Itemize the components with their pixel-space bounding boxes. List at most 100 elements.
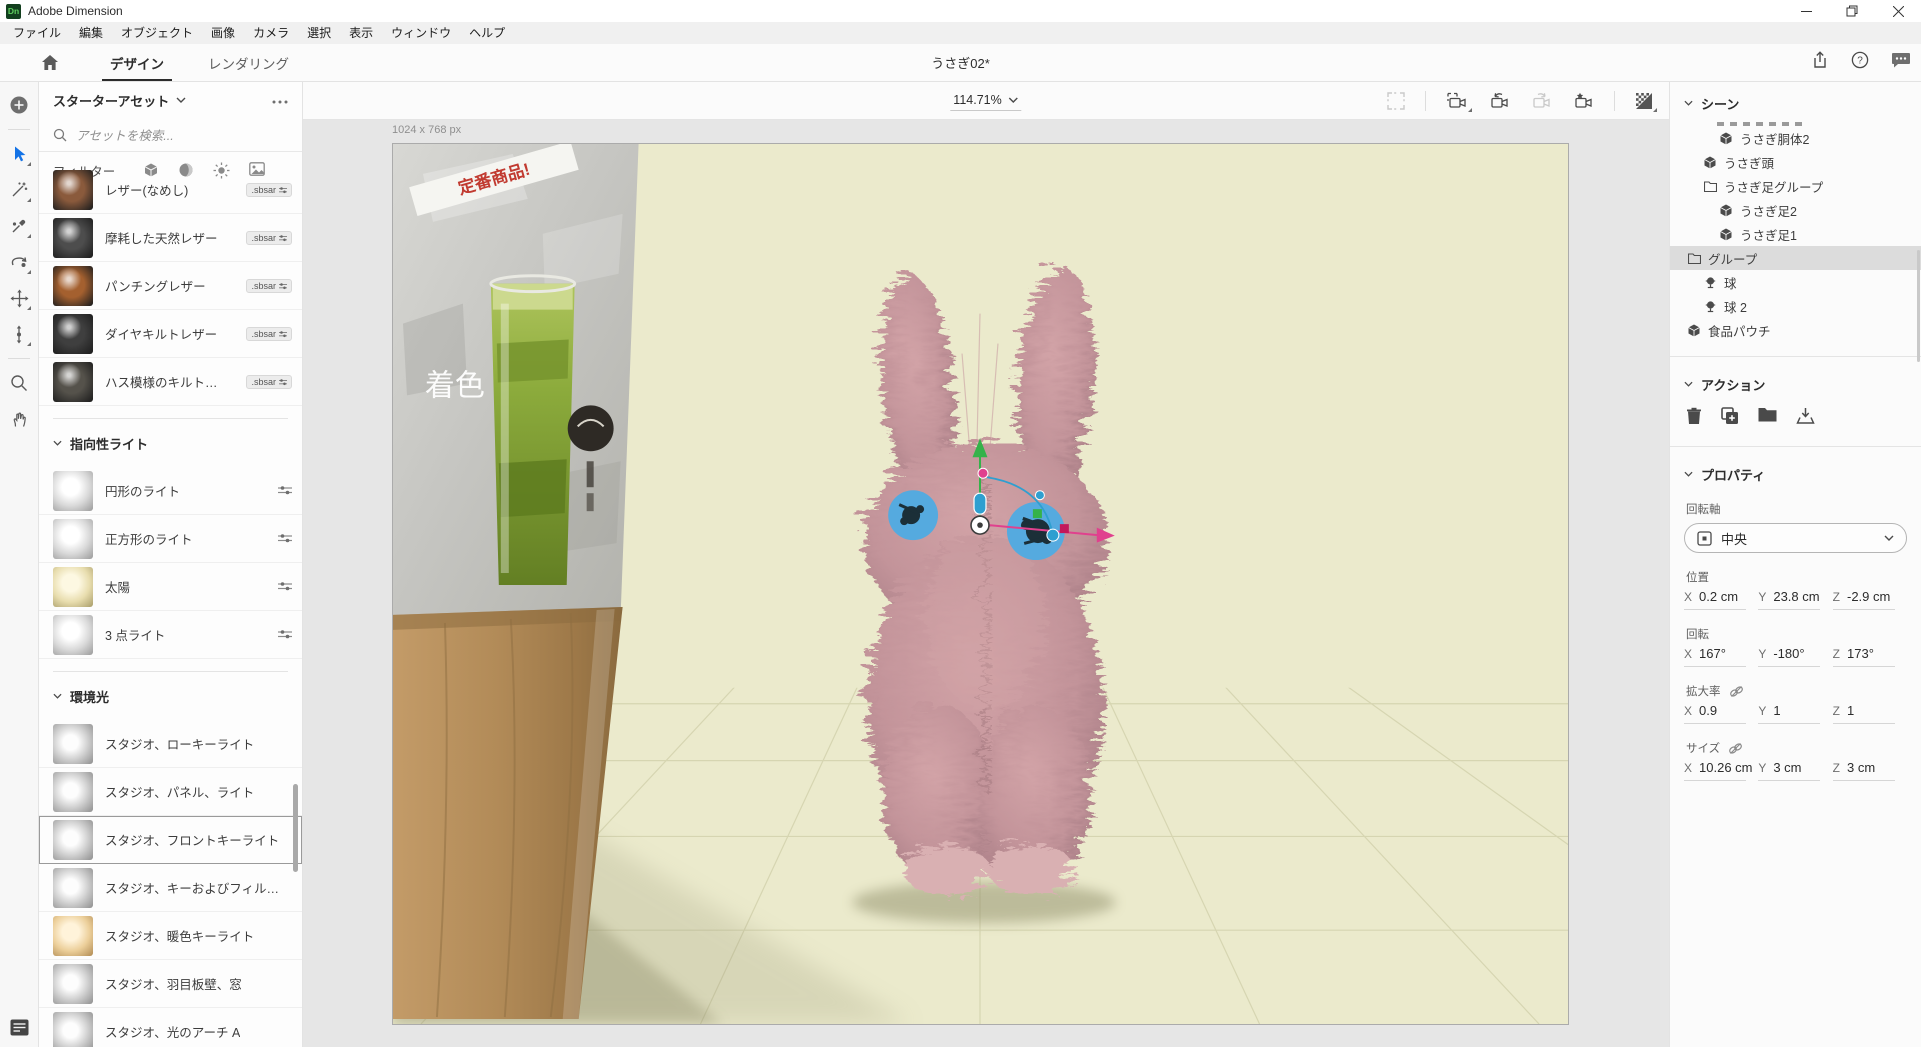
- environment-light-item[interactable]: スタジオ、フロントキーライト: [39, 816, 302, 864]
- material-item[interactable]: ダイヤキルトレザー .sbsar: [39, 310, 302, 358]
- add-content-button[interactable]: [4, 90, 34, 120]
- select-tool[interactable]: [4, 139, 34, 169]
- material-item[interactable]: 摩耗した天然レザー .sbsar: [39, 214, 302, 262]
- unlink-icon[interactable]: [1729, 685, 1744, 698]
- axis-value-field[interactable]: Z -2.9 cm: [1833, 589, 1904, 610]
- camera-undo-button[interactable]: [1488, 92, 1510, 110]
- scene-tree-item[interactable]: グループ: [1670, 246, 1921, 270]
- scene-tree-item[interactable]: 食品パウチ: [1670, 318, 1921, 342]
- scrollbar-thumb[interactable]: [293, 784, 298, 872]
- scene-tree-item[interactable]: うさぎ胴体2: [1670, 126, 1921, 150]
- light-item[interactable]: 正方形のライト: [39, 515, 302, 563]
- scene-tree-item[interactable]: うさぎ頭: [1670, 150, 1921, 174]
- chevron-down-icon[interactable]: [53, 440, 62, 446]
- menu-item[interactable]: 選択: [298, 22, 340, 44]
- menu-item[interactable]: ウィンドウ: [382, 22, 460, 44]
- menu-item[interactable]: 編集: [70, 22, 112, 44]
- camera-redo-icon: [1530, 92, 1552, 110]
- camera-redo-button[interactable]: [1530, 92, 1552, 110]
- chevron-down-icon[interactable]: [176, 97, 186, 103]
- environment-light-item[interactable]: スタジオ、羽目板壁、窓: [39, 960, 302, 1008]
- render-preview-button[interactable]: [1635, 92, 1653, 110]
- restore-button[interactable]: [1829, 0, 1875, 22]
- tree-row-clipped[interactable]: [1670, 116, 1921, 126]
- drop-to-ground-tool[interactable]: [4, 319, 34, 349]
- chevron-down-icon[interactable]: [53, 693, 62, 699]
- menu-item[interactable]: ファイル: [4, 22, 70, 44]
- axis-value-field[interactable]: Y 23.8 cm: [1758, 589, 1829, 610]
- light-item[interactable]: 太陽: [39, 563, 302, 611]
- help-button[interactable]: ?: [1851, 51, 1869, 74]
- move-tool[interactable]: [4, 283, 34, 313]
- axis-value-field[interactable]: Z 173°: [1833, 646, 1904, 667]
- material-thumbnail: [53, 170, 93, 210]
- zoom-tool[interactable]: [4, 368, 34, 398]
- axis-value-field[interactable]: Y 1: [1758, 703, 1829, 724]
- chevron-down-icon[interactable]: [1684, 100, 1693, 106]
- close-button[interactable]: [1875, 0, 1921, 22]
- chevron-down-icon[interactable]: [1684, 381, 1693, 387]
- cube-icon: [1688, 324, 1700, 337]
- axis-value-field[interactable]: X 167°: [1684, 646, 1755, 667]
- magic-wand-tool[interactable]: [4, 175, 34, 205]
- chevron-down-icon[interactable]: [1684, 471, 1693, 477]
- menu-item[interactable]: カメラ: [244, 22, 298, 44]
- environment-light-item[interactable]: スタジオ、キーおよびフィル…: [39, 864, 302, 912]
- asset-search-input[interactable]: アセットを検索...: [39, 118, 302, 152]
- menu-item[interactable]: オブジェクト: [112, 22, 202, 44]
- scene-tree-item[interactable]: うさぎ足2: [1670, 198, 1921, 222]
- environment-light-item[interactable]: スタジオ、パネル、ライト: [39, 768, 302, 816]
- environment-light-item[interactable]: スタジオ、暖色キーライト: [39, 912, 302, 960]
- scene-tree-item[interactable]: 球: [1670, 270, 1921, 294]
- scene-tree-item[interactable]: うさぎ足1: [1670, 222, 1921, 246]
- orbit-tool[interactable]: [4, 247, 34, 277]
- axis-value-field[interactable]: X 0.2 cm: [1684, 589, 1755, 610]
- cube-icon: [1720, 228, 1732, 241]
- axis-value-field[interactable]: Z 1: [1833, 703, 1904, 724]
- material-item[interactable]: パンチングレザー .sbsar: [39, 262, 302, 310]
- delete-button[interactable]: [1686, 407, 1702, 430]
- select-frame-button[interactable]: [1387, 92, 1405, 110]
- minimize-button[interactable]: [1783, 0, 1829, 22]
- environment-thumbnail: [53, 820, 93, 860]
- canvas-3d-scene[interactable]: 定番商品! 着色: [392, 143, 1569, 1025]
- menu-item[interactable]: 表示: [340, 22, 382, 44]
- zoom-level-dropdown[interactable]: 114.71%: [950, 91, 1021, 111]
- material-item[interactable]: レザー(なめし) .sbsar: [39, 166, 302, 214]
- environment-light-item[interactable]: スタジオ、ローキーライト: [39, 720, 302, 768]
- hand-tool[interactable]: [4, 404, 34, 434]
- axis-value-field[interactable]: X 10.26 cm: [1684, 760, 1755, 781]
- scrollbar-thumb[interactable]: [1917, 250, 1920, 362]
- export-button[interactable]: [1796, 407, 1815, 430]
- eyedropper-tool[interactable]: [4, 211, 34, 241]
- more-options-icon[interactable]: [272, 91, 288, 109]
- light-thumbnail: [53, 471, 93, 511]
- share-button[interactable]: [1811, 51, 1829, 74]
- scene-tree-item[interactable]: 球 2: [1670, 294, 1921, 318]
- duplicate-button[interactable]: [1721, 407, 1739, 430]
- menu-item[interactable]: 画像: [202, 22, 244, 44]
- home-button[interactable]: [30, 54, 70, 71]
- camera-bookmark-button[interactable]: [1446, 92, 1468, 110]
- light-item[interactable]: 3 点ライト: [39, 611, 302, 659]
- asset-panel-toggle[interactable]: [10, 1019, 29, 1041]
- light-item[interactable]: 円形のライト: [39, 467, 302, 515]
- mode-tab[interactable]: レンダリング: [186, 44, 311, 81]
- camera-save-button[interactable]: [1572, 92, 1594, 110]
- magnifier-icon: [10, 374, 28, 392]
- scene-tree-item[interactable]: うさぎ足グループ: [1670, 174, 1921, 198]
- property-group: 回転 X 167°: [1684, 626, 1907, 667]
- light-icon: [1705, 300, 1716, 313]
- environment-light-item[interactable]: スタジオ、光のアーチ A: [39, 1008, 302, 1047]
- axis-value-field[interactable]: Y -180°: [1758, 646, 1829, 667]
- axis-value-field[interactable]: Z 3 cm: [1833, 760, 1904, 781]
- material-item[interactable]: ハス模様のキルト… .sbsar: [39, 358, 302, 406]
- menu-item[interactable]: ヘルプ: [460, 22, 514, 44]
- pivot-dropdown[interactable]: 中央: [1684, 523, 1907, 553]
- axis-value-field[interactable]: Y 3 cm: [1758, 760, 1829, 781]
- mode-tab[interactable]: デザイン: [88, 44, 186, 81]
- axis-value-field[interactable]: X 0.9: [1684, 703, 1755, 724]
- group-button[interactable]: [1758, 407, 1777, 430]
- feedback-button[interactable]: [1891, 52, 1911, 74]
- unlink-icon[interactable]: [1728, 742, 1743, 755]
